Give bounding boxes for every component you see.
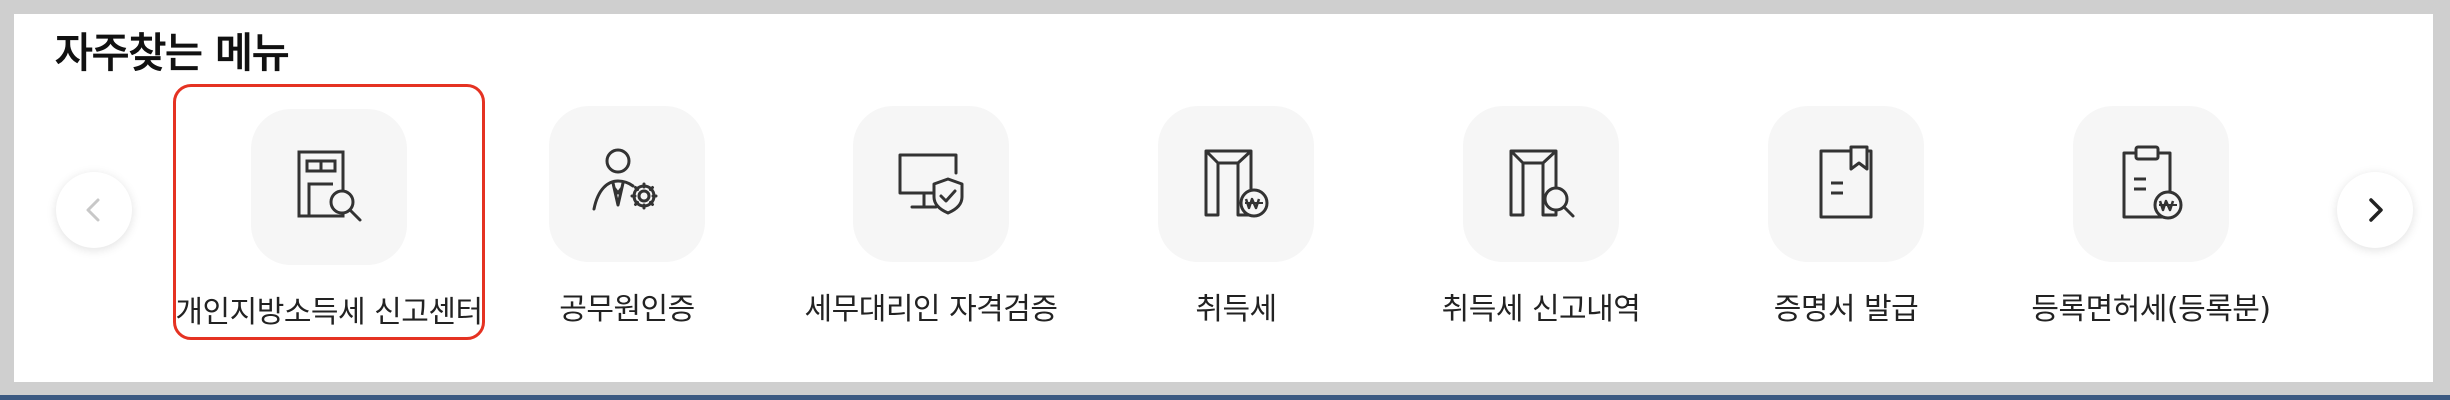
icon-tile <box>2073 106 2229 262</box>
person-gear-icon <box>592 148 658 211</box>
building-search-icon <box>297 150 362 222</box>
chevron-left-icon <box>86 198 100 222</box>
monitor-shield-icon <box>898 153 964 215</box>
icon-tile <box>549 106 705 262</box>
building-won-icon <box>1204 149 1269 218</box>
icon-tile <box>1158 106 1314 262</box>
menu-item-registration-license-tax[interactable]: 등록면허세(등록분) <box>1995 84 2307 340</box>
bookmark-document-icon <box>1819 145 1873 219</box>
icon-tile <box>1768 106 1924 262</box>
icon-tile <box>251 109 407 265</box>
chevron-right-icon <box>2369 198 2383 222</box>
prev-button[interactable] <box>56 172 132 248</box>
bottom-strip <box>0 395 2450 400</box>
clipboard-won-icon <box>2122 145 2183 220</box>
icon-tile <box>853 106 1009 262</box>
section-title: 자주찾는 메뉴 <box>55 29 290 77</box>
icon-tile <box>1463 106 1619 262</box>
next-button[interactable] <box>2337 172 2413 248</box>
building-search-icon <box>1509 149 1575 218</box>
menu-item-label: 등록면허세(등록분) <box>2031 292 2271 327</box>
